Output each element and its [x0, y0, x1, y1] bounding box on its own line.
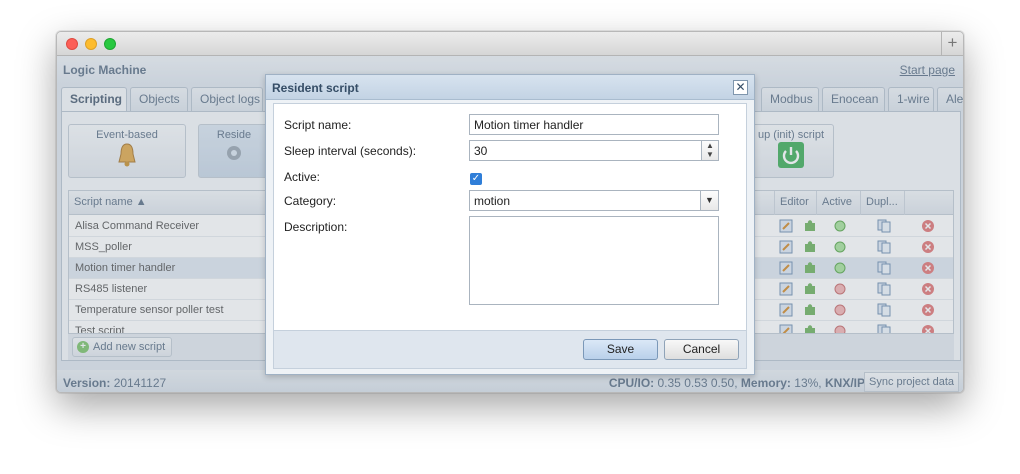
new-tab-button[interactable]: + [941, 32, 963, 56]
resident-script-dialog: Resident script ✕ Script name: Motion ti… [265, 74, 755, 375]
script-name-input[interactable]: Motion timer handler [469, 114, 719, 135]
dialog-title: Resident script [272, 81, 359, 95]
sleep-interval-label: Sleep interval (seconds): [284, 144, 417, 158]
active-checkbox[interactable]: ✓ [470, 173, 482, 185]
sleep-interval-value: 30 [474, 144, 488, 158]
category-value: motion [474, 194, 511, 208]
description-label: Description: [284, 220, 348, 234]
chevron-down-icon[interactable]: ▼ [700, 191, 718, 210]
maximize-window-button[interactable] [104, 38, 116, 50]
dialog-form: Script name: Motion timer handler Sleep … [273, 103, 747, 331]
minimize-window-button[interactable] [85, 38, 97, 50]
category-select[interactable]: motion ▼ [469, 190, 719, 211]
category-label: Category: [284, 194, 337, 208]
dialog-footer: Save Cancel [273, 331, 747, 369]
window-titlebar: + [57, 32, 963, 56]
spinner-icon[interactable]: ▲ ▼ [701, 141, 718, 160]
save-button[interactable]: Save [583, 339, 658, 360]
active-label: Active: [284, 170, 321, 184]
sleep-interval-input[interactable]: 30 ▲ ▼ [469, 140, 719, 161]
cancel-button[interactable]: Cancel [664, 339, 739, 360]
description-textarea[interactable] [469, 216, 719, 305]
close-icon[interactable]: ✕ [733, 80, 748, 95]
dialog-titlebar: Resident script ✕ [266, 75, 754, 100]
close-window-button[interactable] [66, 38, 78, 50]
script-name-label: Script name: [284, 118, 352, 132]
